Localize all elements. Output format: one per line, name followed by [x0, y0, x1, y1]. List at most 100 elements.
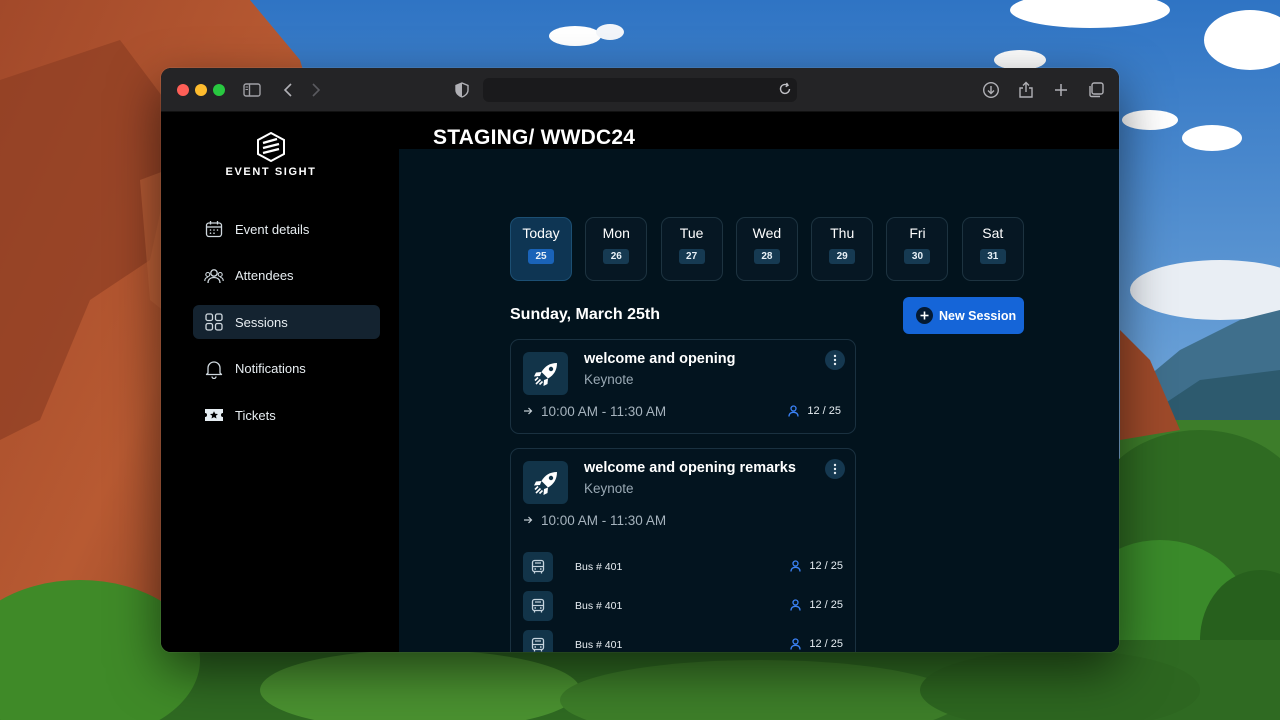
bus-icon	[523, 591, 553, 621]
day-number-badge: 30	[904, 249, 931, 264]
day-number-badge: 25	[528, 249, 554, 264]
user-icon	[790, 599, 802, 611]
reload-icon[interactable]	[777, 81, 793, 102]
more-options-icon[interactable]	[825, 459, 845, 479]
day-number-badge: 29	[829, 249, 856, 264]
sidebar-item-label: Event details	[235, 221, 310, 237]
day-tab-wed[interactable]: Wed 28	[735, 217, 798, 281]
bus-capacity-text: 12 / 25	[809, 599, 843, 611]
browser-toolbar	[161, 68, 1119, 112]
bus-capacity-text: 12 / 25	[809, 638, 843, 650]
rocket-icon	[523, 352, 568, 395]
session-card[interactable]: welcome and opening Keynote 10:00 AM - 1…	[510, 339, 856, 434]
sidebar-item-label: Tickets	[235, 407, 276, 423]
session-type: Keynote	[584, 372, 634, 387]
browser-window: EVENT SIGHT Event details Attendees Sess…	[161, 68, 1119, 652]
session-type: Keynote	[584, 481, 634, 496]
users-icon	[204, 266, 224, 286]
sidebar-item-label: Sessions	[235, 314, 288, 330]
sidebar-toggle-icon[interactable]	[241, 79, 263, 101]
day-tab-mon[interactable]: Mon 26	[585, 217, 648, 281]
share-icon[interactable]	[1015, 79, 1037, 101]
session-capacity: 12 / 25	[788, 405, 841, 417]
grid-icon	[204, 312, 224, 332]
rocket-icon	[523, 461, 568, 504]
bus-label: Bus # 401	[575, 639, 623, 651]
sidebar: EVENT SIGHT Event details Attendees Sess…	[161, 112, 399, 652]
bus-capacity-text: 12 / 25	[809, 560, 843, 572]
sidebar-item-label: Notifications	[235, 361, 306, 376]
sidebar-item-sessions[interactable]: Sessions	[193, 305, 380, 339]
day-tab-thu[interactable]: Thu 29	[811, 217, 874, 281]
new-session-label: New Session	[939, 308, 1017, 323]
session-time-text: 10:00 AM - 11:30 AM	[541, 513, 667, 528]
arrow-right-icon	[523, 404, 533, 419]
day-name: Wed	[752, 225, 782, 241]
brand-name: EVENT SIGHT	[225, 166, 317, 178]
bell-icon	[204, 359, 224, 379]
day-name: Today	[522, 225, 560, 241]
plus-icon	[916, 307, 933, 324]
day-selector: Today 25 Mon 26 Tue 27 Wed 28 Thu 29 Fri…	[510, 217, 1024, 281]
forward-icon[interactable]	[305, 79, 327, 101]
day-tab-fri[interactable]: Fri 30	[886, 217, 949, 281]
day-tab-sat[interactable]: Sat 31	[961, 217, 1024, 281]
user-icon	[790, 638, 802, 650]
sidebar-item-tickets[interactable]: Tickets	[193, 398, 380, 432]
bus-capacity: 12 / 25	[790, 599, 843, 611]
shield-icon[interactable]	[451, 79, 473, 101]
sidebar-nav: Event details Attendees Sessions Notific…	[193, 212, 380, 445]
selected-date-heading: Sunday, March 25th	[510, 306, 660, 323]
day-number-badge: 26	[603, 249, 630, 264]
user-icon	[790, 560, 802, 572]
app-root: EVENT SIGHT Event details Attendees Sess…	[161, 112, 1119, 652]
day-tab-today[interactable]: Today 25	[510, 217, 572, 281]
day-number-badge: 27	[678, 249, 705, 264]
user-icon	[788, 405, 800, 417]
calendar-icon	[204, 219, 224, 239]
main-content: Today 25 Mon 26 Tue 27 Wed 28 Thu 29 Fri…	[399, 149, 1119, 652]
page-title: STAGING/ WWDC24	[433, 126, 636, 149]
bus-icon	[523, 630, 553, 652]
bus-label: Bus # 401	[575, 561, 623, 573]
minimize-window-button[interactable]	[195, 84, 207, 96]
day-name: Thu	[830, 225, 855, 241]
session-time: 10:00 AM - 11:30 AM	[523, 404, 666, 419]
bus-capacity: 12 / 25	[790, 560, 843, 572]
sidebar-item-event-details[interactable]: Event details	[193, 212, 380, 246]
bus-row[interactable]: Bus # 401 12 / 25	[523, 591, 843, 621]
session-title: welcome and opening remarks	[584, 460, 796, 476]
logo-mark-icon	[257, 132, 285, 162]
session-title: welcome and opening	[584, 351, 736, 367]
ticket-icon	[204, 405, 224, 425]
sidebar-item-attendees[interactable]: Attendees	[193, 259, 380, 293]
session-card[interactable]: welcome and opening remarks Keynote 10:0…	[510, 448, 856, 652]
bus-capacity: 12 / 25	[790, 638, 843, 650]
day-tab-tue[interactable]: Tue 27	[660, 217, 723, 281]
close-window-button[interactable]	[177, 84, 189, 96]
address-bar[interactable]	[483, 78, 797, 102]
download-icon[interactable]	[980, 79, 1002, 101]
bus-row[interactable]: Bus # 401 12 / 25	[523, 552, 843, 582]
day-name: Mon	[602, 225, 630, 241]
session-capacity-text: 12 / 25	[807, 405, 841, 417]
session-time-text: 10:00 AM - 11:30 AM	[541, 404, 667, 419]
sidebar-item-notifications[interactable]: Notifications	[193, 352, 380, 386]
bus-row[interactable]: Bus # 401 12 / 25	[523, 630, 843, 652]
logo: EVENT SIGHT	[161, 132, 381, 178]
sidebar-item-label: Attendees	[235, 268, 294, 283]
day-number-badge: 31	[979, 249, 1006, 264]
more-options-icon[interactable]	[825, 350, 845, 370]
day-number-badge: 28	[753, 249, 780, 264]
bus-icon	[523, 552, 553, 582]
back-icon[interactable]	[277, 79, 299, 101]
day-name: Sat	[982, 225, 1004, 241]
bus-label: Bus # 401	[575, 600, 623, 612]
zoom-window-button[interactable]	[213, 84, 225, 96]
day-name: Fri	[909, 225, 926, 241]
new-tab-icon[interactable]	[1050, 79, 1072, 101]
session-time: 10:00 AM - 11:30 AM	[523, 513, 666, 528]
tabs-overview-icon[interactable]	[1085, 79, 1107, 101]
day-name: Tue	[679, 225, 704, 241]
new-session-button[interactable]: New Session	[903, 297, 1024, 334]
